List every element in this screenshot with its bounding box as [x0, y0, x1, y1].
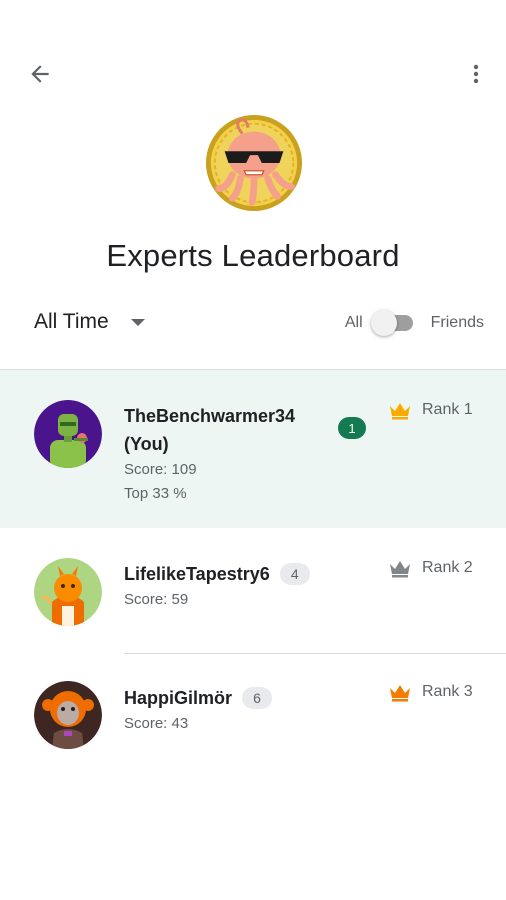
you-label: (You)	[124, 434, 169, 454]
period-dropdown-label: All Time	[34, 310, 109, 333]
leaderboard-screen: Experts Leaderboard All Time All Friends…	[0, 0, 506, 900]
page-title: Experts Leaderboard	[106, 238, 400, 273]
period-dropdown[interactable]: All Time	[34, 305, 145, 339]
crown-gold-icon	[390, 403, 410, 420]
arrow-back-icon	[31, 65, 49, 83]
player-score: Score: 59	[124, 591, 189, 608]
player-score: Score: 43	[124, 715, 189, 732]
more-vert-icon	[473, 64, 479, 84]
player-top-percent: Top 33 %	[124, 485, 187, 502]
player-name: TheBenchwarmer34	[124, 406, 296, 426]
level-badge: 6	[242, 687, 273, 709]
leaderboard-row[interactable]: LifelikeTapestry6 4 Score: 59 Rank 2	[0, 528, 506, 654]
all-friends-toggle-group: All Friends	[345, 309, 484, 337]
rank-indicator: Rank 1	[388, 400, 473, 420]
toggle-all-label: All	[344, 314, 363, 331]
player-name: HappiGilmör	[124, 688, 233, 708]
robot-avatar-icon	[34, 400, 102, 468]
friends-toggle-switch[interactable]	[370, 309, 415, 337]
leaderboard-row-current-user[interactable]: TheBenchwarmer34 (You) Score: 109 Top 33…	[0, 370, 506, 528]
user-info: HappiGilmör 6 Score: 43	[124, 684, 273, 736]
crown-bronze-icon	[390, 685, 410, 702]
rank-indicator: Rank 3	[388, 682, 473, 702]
rank-label: Rank 3	[422, 683, 473, 700]
user-info: TheBenchwarmer34 (You) Score: 109 Top 33…	[124, 402, 295, 506]
back-button[interactable]	[16, 50, 64, 98]
user-info: LifelikeTapestry6 4 Score: 59	[124, 560, 310, 612]
player-score: Score: 109	[124, 461, 197, 478]
leaderboard-row[interactable]: HappiGilmör 6 Score: 43 Rank 3	[0, 654, 506, 764]
level-badge: 1	[338, 417, 366, 439]
rank-indicator: Rank 2	[388, 558, 473, 578]
level-badge: 4	[279, 563, 310, 585]
monkey-avatar-icon	[34, 681, 102, 749]
dragon-avatar-icon	[34, 558, 102, 626]
octopus-badge-icon	[205, 114, 303, 212]
toggle-friends-label: Friends	[430, 314, 484, 331]
more-options-button[interactable]	[452, 50, 500, 98]
rank-label: Rank 1	[422, 401, 473, 418]
player-name: LifelikeTapestry6	[124, 564, 270, 584]
crown-silver-icon	[390, 561, 410, 578]
dropdown-caret-icon	[130, 318, 145, 326]
rank-label: Rank 2	[422, 559, 473, 576]
switch-thumb	[370, 310, 397, 336]
